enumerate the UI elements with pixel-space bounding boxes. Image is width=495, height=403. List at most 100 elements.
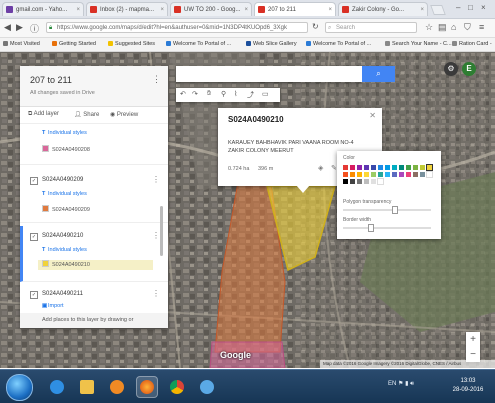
color-swatch[interactable]: [406, 165, 411, 170]
color-swatch[interactable]: [392, 172, 397, 177]
layer-checkbox[interactable]: ✓: [30, 177, 38, 185]
color-swatch[interactable]: [413, 165, 418, 170]
color-swatch[interactable]: [392, 165, 397, 170]
reading-list-icon[interactable]: ▤: [438, 22, 447, 33]
color-swatch[interactable]: [371, 172, 376, 177]
scrollbar[interactable]: [160, 206, 163, 256]
layer-item-selected[interactable]: ✓ S024A0490210 ⋮ T Individual styles S024…: [20, 226, 168, 282]
star-icon[interactable]: ☆: [425, 22, 433, 33]
color-swatch[interactable]: [385, 165, 390, 170]
close-icon[interactable]: ×: [76, 3, 80, 16]
clock[interactable]: 13:03 28-09-2016: [450, 377, 486, 395]
map-search-button[interactable]: ⌕: [362, 66, 395, 82]
color-swatch[interactable]: [420, 165, 425, 170]
color-swatch[interactable]: [399, 172, 404, 177]
map-title[interactable]: 207 to 211: [30, 75, 72, 85]
bookmark-item[interactable]: Most Visited: [3, 41, 40, 47]
ruler-icon[interactable]: ▭: [262, 90, 269, 98]
close-window-icon[interactable]: ×: [481, 3, 486, 12]
edit-icon[interactable]: ✎: [331, 164, 337, 172]
individual-styles-link[interactable]: T Individual styles: [42, 247, 87, 253]
color-swatch[interactable]: [378, 165, 383, 170]
taskbar-app-explorer[interactable]: [76, 376, 98, 398]
bookmark-item[interactable]: Web Slice Gallery: [246, 41, 297, 47]
flag-icon[interactable]: ⚑: [398, 381, 403, 387]
url-field[interactable]: 🔒︎ https://www.google.com/maps/d/edit?hl…: [46, 22, 308, 33]
color-swatch[interactable]: [399, 165, 404, 170]
bookmark-item[interactable]: Welcome To Portal of ...: [306, 41, 371, 47]
close-icon[interactable]: ×: [244, 3, 248, 16]
network-icon[interactable]: ▮: [405, 381, 408, 387]
more-vert-icon[interactable]: ⋮: [152, 231, 160, 240]
feature-item[interactable]: S024A0490208: [42, 145, 90, 153]
bookmark-item[interactable]: Welcome To Portal of ...: [166, 41, 231, 47]
bookmark-item[interactable]: Ration Card -: [452, 41, 492, 47]
new-tab-button[interactable]: [430, 5, 446, 15]
directions-icon[interactable]: ⤴: [247, 90, 254, 100]
taskbar-app-ie[interactable]: [46, 376, 68, 398]
close-icon[interactable]: ×: [420, 3, 424, 16]
bookmark-item[interactable]: Getting Started: [52, 41, 96, 47]
color-swatch[interactable]: [413, 172, 418, 177]
bookmark-item[interactable]: Suggested Sites: [108, 41, 155, 47]
feature-item-selected[interactable]: S024A0490210: [38, 260, 153, 270]
color-swatch[interactable]: [420, 172, 425, 177]
layer-item[interactable]: ✓ S024A0490209 ⋮ T Individual styles S024…: [20, 170, 168, 223]
close-icon[interactable]: ×: [328, 3, 332, 16]
taskbar-app-other[interactable]: [196, 376, 218, 398]
color-swatch[interactable]: [364, 165, 369, 170]
color-swatch-selected[interactable]: [426, 164, 433, 171]
layer-checkbox[interactable]: ✓: [30, 291, 38, 299]
layer-item[interactable]: T Individual styles S024A0490208: [20, 124, 168, 165]
color-swatch[interactable]: [357, 165, 362, 170]
share-button[interactable]: 👤︎ Share: [74, 111, 99, 118]
home-icon[interactable]: ⌂: [451, 22, 456, 32]
draw-line-icon[interactable]: ⌇: [234, 90, 237, 98]
browser-tab[interactable]: Zakir Colony - Go... ×: [338, 2, 428, 16]
taskbar-app-firefox[interactable]: [136, 376, 158, 398]
back-icon[interactable]: ◀: [4, 22, 11, 33]
system-tray[interactable]: EN ⚑ ▮ 🔊︎: [388, 380, 414, 388]
taskbar-app-media[interactable]: [106, 376, 128, 398]
slider-handle[interactable]: [367, 224, 374, 232]
slider-handle[interactable]: [392, 206, 399, 214]
color-swatch[interactable]: [350, 179, 355, 184]
maximize-icon[interactable]: □: [468, 3, 473, 12]
forward-icon[interactable]: ▶: [16, 22, 23, 33]
menu-icon[interactable]: ≡: [479, 22, 484, 32]
layer-item[interactable]: ✓ S024A0490211 ⋮ ▣Import: [20, 286, 168, 315]
color-swatch[interactable]: [371, 179, 376, 184]
color-swatch[interactable]: [371, 165, 376, 170]
redo-icon[interactable]: ↷: [192, 90, 198, 98]
more-vert-icon[interactable]: ⋮: [152, 289, 160, 298]
start-button[interactable]: [6, 374, 33, 401]
color-swatch[interactable]: [364, 172, 369, 177]
color-swatch[interactable]: [426, 171, 433, 178]
bookmark-item[interactable]: Search Your Name - C...: [385, 41, 452, 47]
settings-icon[interactable]: ⚙: [444, 62, 458, 76]
browser-tab[interactable]: gmail.com - Yaho... ×: [2, 2, 84, 16]
marker-icon[interactable]: ⚲: [221, 90, 226, 98]
browser-tab[interactable]: Inbox (2) - mapma... ×: [86, 2, 168, 16]
color-swatch[interactable]: [406, 172, 411, 177]
color-swatch[interactable]: [357, 179, 362, 184]
color-swatch[interactable]: [343, 179, 348, 184]
layer-name[interactable]: S024A0490210: [42, 233, 83, 239]
more-vert-icon[interactable]: ⋮: [152, 175, 160, 184]
search-field[interactable]: ⌕ Search: [325, 22, 417, 33]
avatar[interactable]: E: [462, 62, 476, 76]
close-icon[interactable]: ✕: [369, 111, 376, 120]
color-swatch[interactable]: [343, 165, 348, 170]
color-swatch[interactable]: [357, 172, 362, 177]
paint-bucket-icon[interactable]: ◈: [318, 164, 323, 172]
layer-name[interactable]: S024A0490209: [42, 177, 83, 183]
preview-button[interactable]: ◉ Preview: [110, 111, 138, 118]
border-width-slider[interactable]: [343, 224, 431, 232]
import-link[interactable]: ▣Import: [42, 303, 64, 309]
map-search-input[interactable]: [176, 66, 362, 82]
color-swatch[interactable]: [377, 178, 384, 185]
color-swatch[interactable]: [350, 165, 355, 170]
layer-name[interactable]: S024A0490211: [42, 291, 83, 297]
close-icon[interactable]: ×: [160, 3, 164, 16]
color-swatch[interactable]: [364, 179, 369, 184]
